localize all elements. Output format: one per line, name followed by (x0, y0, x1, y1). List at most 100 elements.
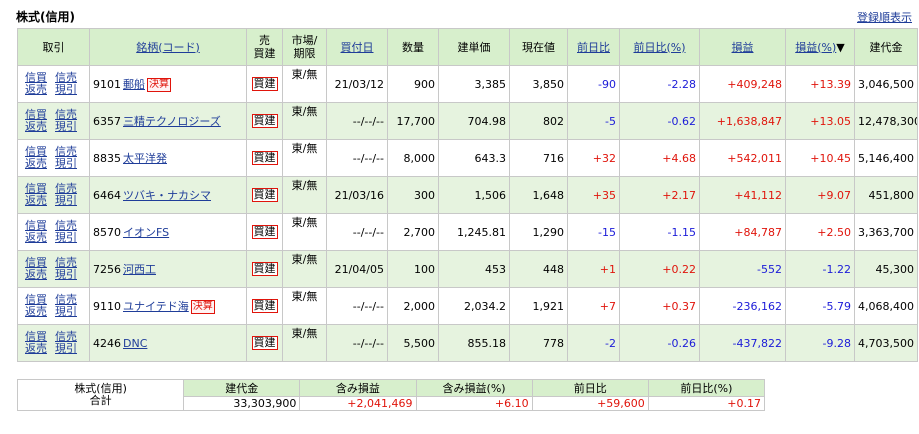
delivery-link[interactable]: 現引 (55, 269, 79, 281)
trade-actions: 信買 信売 返売 現引 (17, 176, 90, 214)
pnl: -437,822 (699, 324, 786, 362)
side-badge: 買建 (251, 188, 278, 202)
stock-code: 7256 (93, 263, 121, 276)
col-pnl-pct-label[interactable]: 損益(%) (795, 41, 836, 54)
day-change-pct: +0.22 (619, 250, 700, 288)
repay-sell-link[interactable]: 返売 (25, 343, 49, 355)
repay-sell-link[interactable]: 返売 (25, 121, 49, 133)
stock-name-link[interactable]: 河西工 (123, 263, 156, 276)
delivery-link[interactable]: 現引 (55, 158, 79, 170)
side-cell: 買建 (246, 213, 283, 251)
delivery-link[interactable]: 現引 (55, 195, 79, 207)
table-row: 信買 信売 返売 現引 7256 河西工 買建 東/無 21/04/05 100 453 448 +1 +… (17, 250, 918, 288)
delivery-link[interactable]: 現引 (55, 232, 79, 244)
stock-code: 9110 (93, 300, 121, 313)
col-trade: 取引 (17, 28, 90, 66)
repay-sell-link[interactable]: 返売 (25, 269, 49, 281)
market-cell: 東/無 (282, 139, 327, 177)
summary-col-day-change: 前日比 (531, 379, 649, 397)
stock-name-link[interactable]: ユナイテド海 (123, 300, 189, 313)
col-name-code[interactable]: 銘柄(コード) (89, 28, 247, 66)
table-row: 信買 信売 返売 現引 6464 ツバキ・ナカシマ 買建 東/無 21/03/16 300 1,50… (17, 176, 918, 214)
delivery-link[interactable]: 現引 (55, 343, 79, 355)
positions-body: 信買 信売 返売 現引 9101 郵船 決算 買建 東/無 21/03/12 900 3,385 3,8… (17, 65, 918, 362)
quantity: 17,700 (387, 102, 439, 140)
amount: 4,068,400 (854, 287, 918, 325)
table-row: 信買 信売 返売 現引 8835 太平洋発 買建 東/無 --/--/-- 8,000 643.3 7… (17, 139, 918, 177)
summary-label: 株式(信用) 合計 (16, 379, 185, 411)
buy-date: --/--/-- (326, 213, 388, 251)
stock-name-link[interactable]: イオンFS (123, 226, 169, 239)
current-price: 3,850 (509, 65, 568, 103)
col-day-change[interactable]: 前日比 (567, 28, 620, 66)
buy-date: 21/03/12 (326, 65, 388, 103)
unit-price: 1,245.81 (438, 213, 510, 251)
buy-date: 21/04/05 (326, 250, 388, 288)
buy-date: --/--/-- (326, 139, 388, 177)
col-pnl[interactable]: 損益 (699, 28, 786, 66)
stock-cell: 8570 イオンFS (89, 213, 247, 251)
side-cell: 買建 (246, 65, 283, 103)
sort-desc-icon: ▼ (836, 40, 845, 54)
pnl-pct: +9.07 (785, 176, 855, 214)
table-row: 信買 信売 返売 現引 8570 イオンFS 買建 東/無 --/--/-- 2,700 1,245… (17, 213, 918, 251)
col-day-change-pct[interactable]: 前日比(%) (619, 28, 700, 66)
unit-price: 453 (438, 250, 510, 288)
market-cell: 東/無 (282, 287, 327, 325)
repay-sell-link[interactable]: 返売 (25, 306, 49, 318)
pnl-pct: +2.50 (785, 213, 855, 251)
day-change: -5 (567, 102, 620, 140)
day-change-pct: -0.26 (619, 324, 700, 362)
repay-sell-link[interactable]: 返売 (25, 195, 49, 207)
summary-col-unrealized: 含み損益 (299, 379, 417, 397)
day-change: +1 (567, 250, 620, 288)
stock-code: 8570 (93, 226, 121, 239)
amount: 45,300 (854, 250, 918, 288)
current-price: 448 (509, 250, 568, 288)
day-change: -2 (567, 324, 620, 362)
stock-name-link[interactable]: ツバキ・ナカシマ (123, 189, 211, 202)
repay-sell-link[interactable]: 返売 (25, 232, 49, 244)
col-market-term-label: 市場/ 期限 (291, 34, 318, 60)
current-price: 778 (509, 324, 568, 362)
repay-sell-link[interactable]: 返売 (25, 84, 49, 96)
quantity: 2,700 (387, 213, 439, 251)
stock-name-link[interactable]: 三精テクノロジーズ (123, 115, 221, 128)
side-cell: 買建 (246, 324, 283, 362)
col-pnl-pct[interactable]: 損益(%)▼ (785, 28, 855, 66)
stock-name-link[interactable]: DNC (123, 337, 147, 350)
delivery-link[interactable]: 現引 (55, 306, 79, 318)
pnl-pct: +13.05 (785, 102, 855, 140)
pnl: +1,638,847 (699, 102, 786, 140)
stock-name-link[interactable]: 郵船 (123, 78, 145, 91)
unit-price: 704.98 (438, 102, 510, 140)
table-row: 信買 信売 返売 現引 9101 郵船 決算 買建 東/無 21/03/12 900 3,385 3,8… (17, 65, 918, 103)
pnl-pct: -5.79 (785, 287, 855, 325)
summary-day-change-pct: +0.17 (647, 396, 766, 411)
day-change: +35 (567, 176, 620, 214)
pnl-pct: -1.22 (785, 250, 855, 288)
earnings-badge: 決算 (190, 300, 215, 314)
delivery-link[interactable]: 現引 (55, 84, 79, 96)
side-badge: 買建 (251, 336, 278, 350)
repay-sell-link[interactable]: 返売 (25, 158, 49, 170)
side-badge: 買建 (251, 151, 278, 165)
summary-unrealized-pct: +6.10 (415, 396, 533, 411)
amount: 12,478,300 (854, 102, 918, 140)
stock-name-link[interactable]: 太平洋発 (123, 152, 167, 165)
unit-price: 2,034.2 (438, 287, 510, 325)
stock-cell: 8835 太平洋発 (89, 139, 247, 177)
market-cell: 東/無 (282, 65, 327, 103)
pnl: +41,112 (699, 176, 786, 214)
stock-code: 8835 (93, 152, 121, 165)
pnl: +409,248 (699, 65, 786, 103)
sort-by-registration-link[interactable]: 登録順表示 (857, 9, 912, 25)
current-price: 802 (509, 102, 568, 140)
col-date[interactable]: 買付日 (326, 28, 388, 66)
delivery-link[interactable]: 現引 (55, 121, 79, 133)
table-row: 信買 信売 返売 現引 6357 三精テクノロジーズ 買建 東/無 --/--/-- 17,700… (17, 102, 918, 140)
amount: 3,363,700 (854, 213, 918, 251)
stock-cell: 6357 三精テクノロジーズ (89, 102, 247, 140)
pnl: +84,787 (699, 213, 786, 251)
earnings-badge: 決算 (147, 78, 171, 92)
